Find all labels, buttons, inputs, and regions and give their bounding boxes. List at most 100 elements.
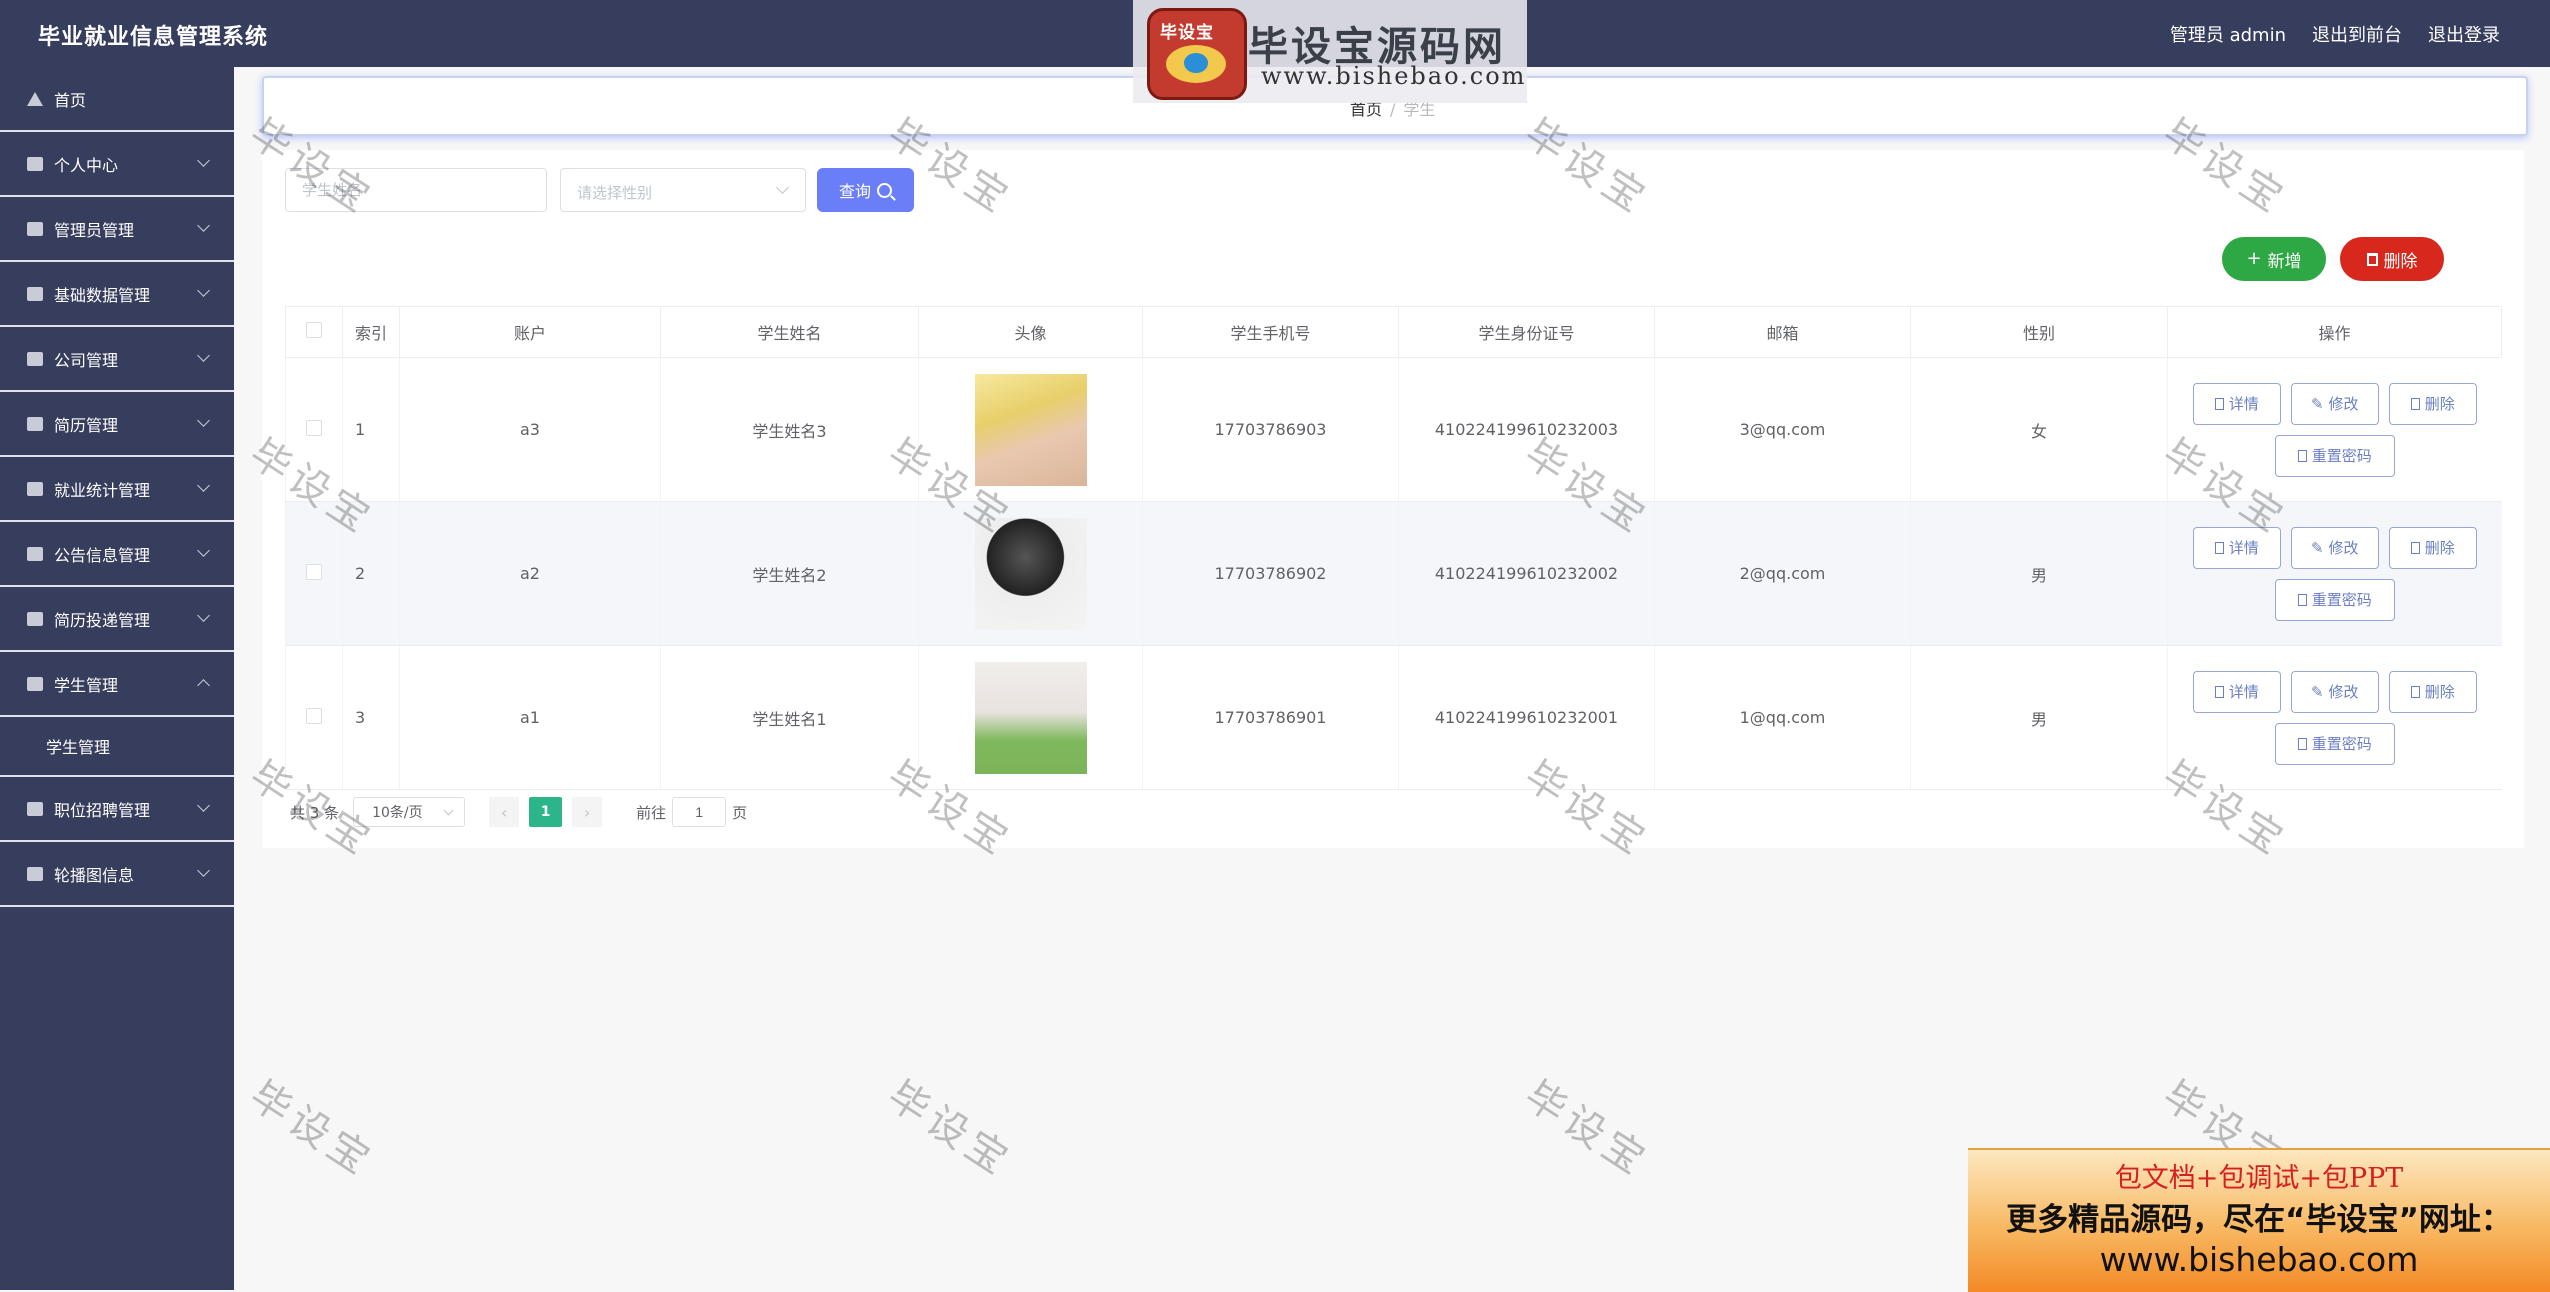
detail-button[interactable]: 详情	[2192, 670, 2281, 713]
page-number-current[interactable]: 1	[529, 797, 563, 827]
delete-button[interactable]: 删除	[2388, 526, 2477, 569]
chevron-down-icon	[197, 864, 210, 877]
gender-cell: 男	[1910, 501, 2168, 646]
sidebar-item-base-data[interactable]: 基础数据管理	[0, 262, 234, 327]
document-icon	[2297, 737, 2307, 750]
document-icon	[2214, 685, 2224, 698]
query-button[interactable]: 查询	[817, 168, 914, 212]
row-checkbox[interactable]	[306, 419, 322, 436]
select-all-checkbox[interactable]	[306, 322, 322, 338]
select-all-cell	[285, 306, 343, 358]
trash-icon	[2410, 541, 2420, 554]
current-user: 管理员 admin	[2169, 25, 2286, 46]
delete-button[interactable]: 删除	[2388, 382, 2477, 425]
phone-cell: 17703786902	[1142, 501, 1399, 646]
edit-label: 修改	[2328, 539, 2359, 557]
sidebar-item-resume[interactable]: 简历管理	[0, 392, 234, 457]
monitor-icon	[27, 351, 43, 366]
sidebar-item-label: 简历管理	[54, 415, 119, 435]
globe-icon	[27, 546, 43, 561]
sidebar-item-label: 管理员管理	[54, 220, 135, 240]
logout-link[interactable]: 退出登录	[2428, 21, 2500, 47]
student-name-cell: 学生姓名3	[660, 357, 919, 502]
sidebar-item-announcements[interactable]: 公告信息管理	[0, 522, 234, 587]
reset-password-button[interactable]: 重置密码	[2274, 434, 2395, 477]
edit-button[interactable]: ✎ 修改	[2290, 670, 2379, 713]
sidebar-item-recruitment[interactable]: 职位招聘管理	[0, 777, 234, 842]
column-header[interactable]: 账户	[399, 306, 661, 358]
prev-page-button[interactable]: ‹	[489, 797, 520, 827]
front-link[interactable]: 退出到前台	[2312, 21, 2402, 47]
avatar[interactable]	[974, 661, 1087, 774]
sidebar-item-employment-stats[interactable]: 就业统计管理	[0, 457, 234, 522]
row-select-cell	[285, 501, 343, 646]
column-header[interactable]: 邮箱	[1654, 306, 1911, 358]
column-header[interactable]: 学生姓名	[660, 306, 919, 358]
detail-button[interactable]: 详情	[2192, 382, 2281, 425]
email-cell: 2@qq.com	[1654, 501, 1911, 646]
page-size-value: 10条/页	[372, 805, 423, 821]
mascot-icon	[1166, 45, 1226, 83]
logo-url: www.bishebao.com	[1261, 62, 1527, 90]
query-button-label: 查询	[838, 182, 871, 201]
index-cell: 1	[342, 357, 400, 502]
plus-icon: +	[2246, 248, 2262, 269]
sidebar-subitem-students[interactable]: 学生管理	[0, 717, 234, 777]
edit-icon: ✎	[2310, 682, 2324, 701]
chevron-down-icon	[197, 154, 210, 167]
chevron-right-icon: ›	[583, 802, 591, 822]
document-icon	[2214, 397, 2224, 410]
detail-button[interactable]: 详情	[2192, 526, 2281, 569]
avatar[interactable]	[974, 373, 1087, 486]
column-header[interactable]: 索引	[342, 306, 400, 358]
chevron-down-icon	[197, 609, 210, 622]
sidebar-item-home[interactable]: 首页	[0, 67, 234, 132]
reset-password-button[interactable]: 重置密码	[2274, 578, 2395, 621]
chevron-down-icon	[776, 181, 789, 194]
edit-button[interactable]: ✎ 修改	[2290, 526, 2379, 569]
gender-select[interactable]: 请选择性别	[560, 168, 806, 212]
sidebar-item-label: 职位招聘管理	[54, 800, 151, 820]
sidebar-item-admin[interactable]: 管理员管理	[0, 197, 234, 262]
table-row[interactable]: 3 a1 学生姓名1 17703786901 41022419961023200…	[285, 645, 2502, 790]
sidebar-item-carousel[interactable]: 轮播图信息	[0, 842, 234, 907]
row-checkbox[interactable]	[306, 707, 322, 724]
top-links: 管理员 admin 退出到前台 退出登录	[2170, 21, 2500, 47]
goto-page-input[interactable]	[672, 797, 727, 827]
site-logo-watermark: 毕设宝 毕设宝源码网 www.bishebao.com	[1133, 0, 1527, 103]
next-page-button[interactable]: ›	[572, 797, 603, 827]
delete-button[interactable]: 删除	[2388, 670, 2477, 713]
add-button[interactable]: + 新增	[2222, 237, 2326, 281]
id-card-cell: 410224199610232002	[1398, 501, 1655, 646]
avatar-cell	[918, 645, 1143, 790]
student-name-search-input[interactable]	[285, 168, 547, 212]
watermark-text: 毕设宝	[1516, 1072, 1658, 1187]
ticket-icon	[27, 866, 43, 881]
delete-label: 删除	[2424, 395, 2455, 413]
column-header[interactable]: 头像	[918, 306, 1143, 358]
sidebar-item-profile[interactable]: 个人中心	[0, 132, 234, 197]
column-header[interactable]: 学生手机号	[1142, 306, 1399, 358]
promo-line-3: www.bishebao.com	[2099, 1240, 2419, 1279]
index-cell: 2	[342, 501, 400, 646]
sidebar-item-students[interactable]: 学生管理	[0, 652, 234, 717]
column-header[interactable]: 性别	[1910, 306, 2168, 358]
table-row[interactable]: 2 a2 学生姓名2 17703786902 41022419961023200…	[285, 501, 2502, 646]
add-button-label: 新增	[2267, 251, 2302, 272]
pagination: 共 3 条 10条/页 ‹ 1 › 前往 页	[290, 797, 747, 827]
sidebar-item-company[interactable]: 公司管理	[0, 327, 234, 392]
id-card-cell: 410224199610232003	[1398, 357, 1655, 502]
document-icon	[2297, 593, 2307, 606]
table-row[interactable]: 1 a3 学生姓名3 17703786903 41022419961023200…	[285, 357, 2502, 502]
avatar[interactable]	[974, 517, 1087, 630]
row-checkbox[interactable]	[306, 563, 322, 580]
batch-delete-button[interactable]: 删除	[2340, 237, 2444, 281]
reset-password-button[interactable]: 重置密码	[2274, 722, 2395, 765]
row-select-cell	[285, 645, 343, 790]
sidebar-item-resume-delivery[interactable]: 简历投递管理	[0, 587, 234, 652]
edit-button[interactable]: ✎ 修改	[2290, 382, 2379, 425]
id-card-cell: 410224199610232001	[1398, 645, 1655, 790]
column-header[interactable]: 学生身份证号	[1398, 306, 1655, 358]
student-name-cell: 学生姓名2	[660, 501, 919, 646]
page-size-select[interactable]: 10条/页	[353, 797, 466, 827]
